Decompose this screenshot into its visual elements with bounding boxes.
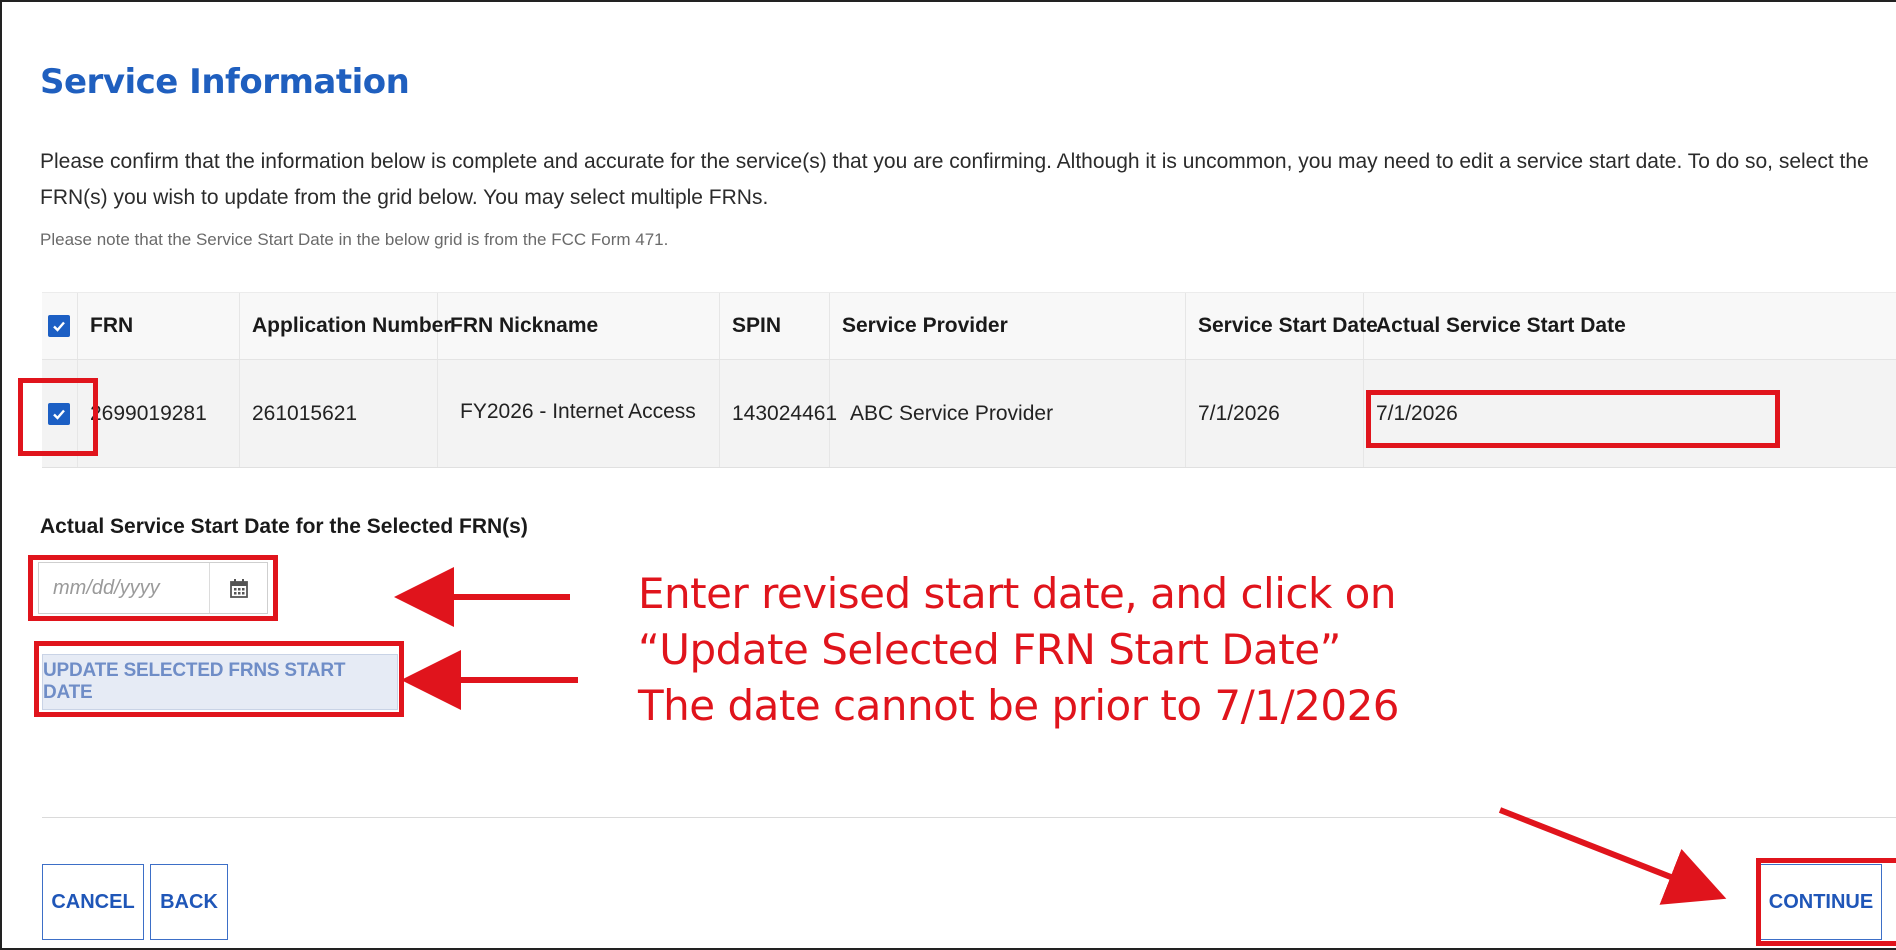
cell-spin: 143024461 <box>720 360 837 467</box>
header-actual-service-start-date[interactable]: Actual Service Start Date <box>1364 293 1626 359</box>
continue-button[interactable]: CONTINUE <box>1760 864 1882 940</box>
header-frn[interactable]: FRN <box>78 293 240 359</box>
grid-header-row: FRN Application Number FRN Nickname SPIN… <box>42 292 1896 360</box>
calendar-icon[interactable] <box>209 563 267 613</box>
annotation-line-1: Enter revised start date, and click on <box>638 569 1396 618</box>
table-row[interactable]: 2699019281 261015621 FY2026 - Internet A… <box>42 360 1896 468</box>
page-frame <box>0 0 1896 950</box>
check-icon <box>53 321 65 332</box>
cancel-button[interactable]: CANCEL <box>42 864 144 940</box>
cell-frn-nickname: FY2026 - Internet Access <box>438 360 720 467</box>
instruction-annotation: Enter revised start date, and click on “… <box>638 566 1400 734</box>
select-all-cell[interactable] <box>42 293 78 359</box>
annotation-line-2: “Update Selected FRN Start Date” <box>638 625 1341 674</box>
update-start-date-button[interactable]: UPDATE SELECTED FRNS START DATE <box>42 654 398 710</box>
cell-service-start-date: 7/1/2026 <box>1186 360 1364 467</box>
row-checkbox[interactable] <box>48 402 70 425</box>
page-title: Service Information <box>40 62 410 102</box>
row-select-cell[interactable] <box>42 360 78 467</box>
actual-start-date-label: Actual Service Start Date for the Select… <box>40 515 528 538</box>
cell-service-provider: ABC Service Provider <box>830 360 1186 467</box>
start-date-input[interactable] <box>39 563 209 613</box>
cell-actual-service-start-date: 7/1/2026 <box>1376 401 1458 425</box>
cell-application-number: 261015621 <box>240 360 438 467</box>
intro-text: Please confirm that the information belo… <box>40 150 1869 209</box>
header-frn-nickname[interactable]: FRN Nickname <box>438 293 720 359</box>
date-picker[interactable] <box>38 562 268 614</box>
form-note: Please note that the Service Start Date … <box>40 230 669 249</box>
header-service-start-date[interactable]: Service Start Date <box>1186 293 1378 359</box>
header-application-number[interactable]: Application Number <box>240 293 452 359</box>
back-button[interactable]: BACK <box>150 864 228 940</box>
header-spin[interactable]: SPIN <box>720 293 830 359</box>
select-all-checkbox[interactable] <box>48 315 70 337</box>
header-service-provider[interactable]: Service Provider <box>830 293 1186 359</box>
cell-frn: 2699019281 <box>78 360 240 467</box>
check-icon <box>53 409 65 420</box>
divider <box>42 817 1896 818</box>
annotation-line-3: The date cannot be prior to 7/1/2026 <box>638 681 1400 730</box>
